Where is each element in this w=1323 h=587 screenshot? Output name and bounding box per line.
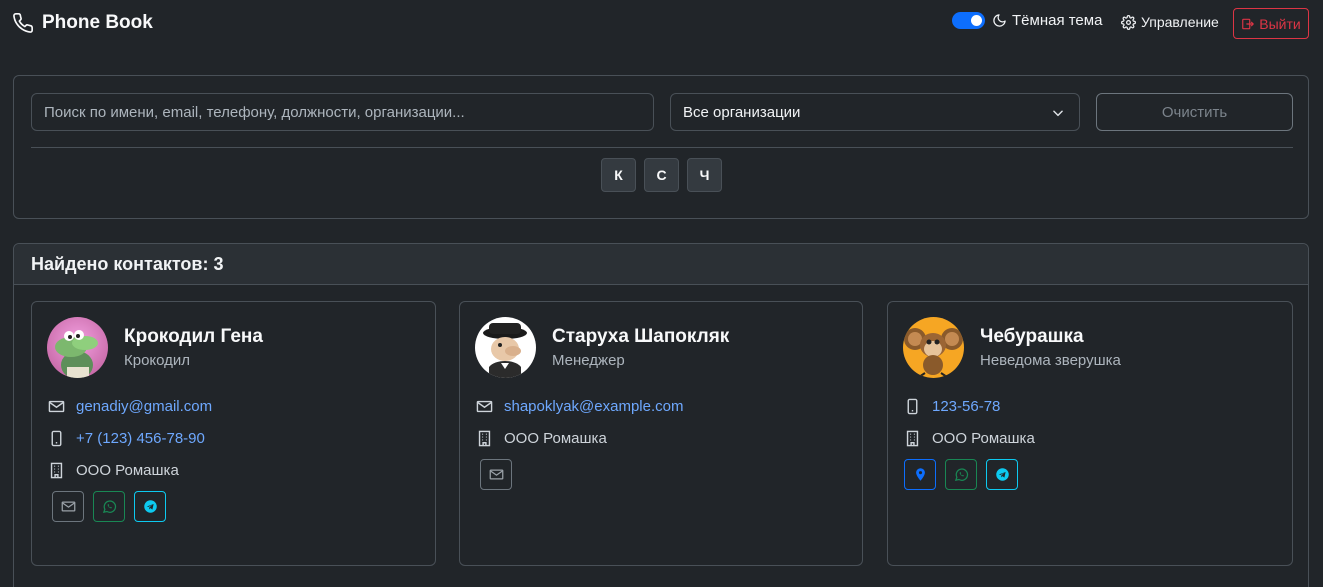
gear-icon — [1121, 14, 1136, 30]
manage-link[interactable]: Управление — [1121, 14, 1219, 30]
results-panel: Найдено контактов: 3 Крокодил Гена Кроко… — [13, 243, 1309, 587]
mobile-phone-icon — [907, 398, 918, 415]
organization-select[interactable]: Все организации — [670, 93, 1080, 131]
contact-organization-row: ООО Ромашка — [48, 462, 179, 479]
letter-button-ch[interactable]: Ч — [687, 158, 722, 192]
mail-icon — [489, 469, 503, 480]
contact-name: Чебурашка — [980, 326, 1084, 347]
map-pin-icon — [915, 468, 925, 481]
contact-email-row: shapoklyak@example.com — [476, 398, 683, 415]
whatsapp-button[interactable] — [945, 459, 977, 490]
contact-position: Неведома зверушка — [980, 352, 1121, 369]
whatsapp-button[interactable] — [93, 491, 125, 522]
contact-position: Крокодил — [124, 352, 191, 369]
contact-organization: ООО Ромашка — [932, 430, 1035, 447]
manage-label: Управление — [1141, 14, 1219, 30]
phone-icon — [13, 13, 33, 33]
brand-title: Phone Book — [42, 12, 153, 33]
envelope-icon — [48, 400, 65, 413]
contact-actions — [52, 491, 166, 522]
avatar — [475, 317, 536, 378]
contact-organization: ООО Ромашка — [504, 430, 607, 447]
contact-name: Старуха Шапокляк — [552, 326, 730, 347]
contact-organization: ООО Ромашка — [76, 462, 179, 479]
organization-select-value: Все организации — [683, 103, 801, 121]
theme-switch[interactable] — [952, 12, 985, 29]
contact-actions — [904, 459, 1018, 490]
contact-actions — [480, 459, 512, 490]
mobile-phone-icon — [51, 430, 62, 447]
avatar — [903, 317, 964, 378]
contact-position: Менеджер — [552, 352, 625, 369]
building-icon — [50, 462, 63, 479]
theme-label: Тёмная тема — [1012, 12, 1103, 29]
building-icon — [906, 430, 919, 447]
chevron-down-icon — [1053, 110, 1063, 117]
navbar: Phone Book Тёмная тема Управление Выйти — [0, 0, 1323, 48]
contact-email-row: genadiy@gmail.com — [48, 398, 212, 415]
contact-card[interactable]: Чебурашка Неведома зверушка 123-56-78 ОО… — [887, 301, 1293, 566]
contact-phone-row: +7 (123) 456-78-90 — [48, 430, 205, 447]
contact-email[interactable]: shapoklyak@example.com — [504, 398, 683, 415]
letter-filter: К С Ч — [601, 158, 722, 192]
moon-icon — [993, 14, 1006, 27]
brand[interactable]: Phone Book — [12, 12, 153, 34]
contact-organization-row: ООО Ромашка — [476, 430, 607, 447]
envelope-icon — [476, 400, 493, 413]
letter-button-s[interactable]: С — [644, 158, 679, 192]
mail-icon — [61, 501, 75, 512]
whatsapp-icon — [954, 468, 968, 481]
theme-toggle[interactable]: Тёмная тема — [952, 12, 1102, 29]
letter-button-k[interactable]: К — [601, 158, 636, 192]
contact-card[interactable]: Крокодил Гена Крокодил genadiy@gmail.com… — [31, 301, 436, 566]
results-header: Найдено контактов: 3 — [14, 244, 1308, 285]
clear-button[interactable]: Очистить — [1096, 93, 1293, 131]
contact-email[interactable]: genadiy@gmail.com — [76, 398, 212, 415]
results-count: Найдено контактов: 3 — [31, 254, 224, 274]
map-button[interactable] — [904, 459, 936, 490]
logout-icon — [1242, 18, 1255, 29]
whatsapp-icon — [102, 500, 116, 513]
contact-card[interactable]: Старуха Шапокляк Менеджер shapoklyak@exa… — [459, 301, 863, 566]
search-panel: Все организации Очистить К С Ч — [13, 75, 1309, 219]
contact-phone-row: 123-56-78 — [904, 398, 1000, 415]
contact-organization-row: ООО Ромашка — [904, 430, 1035, 447]
telegram-icon — [995, 468, 1009, 481]
avatar — [47, 317, 108, 378]
contact-name: Крокодил Гена — [124, 326, 263, 347]
logout-label: Выйти — [1259, 15, 1301, 32]
divider — [31, 147, 1293, 148]
contact-phone[interactable]: +7 (123) 456-78-90 — [76, 430, 205, 447]
send-email-button[interactable] — [480, 459, 512, 490]
telegram-button[interactable] — [134, 491, 166, 522]
telegram-button[interactable] — [986, 459, 1018, 490]
telegram-icon — [143, 500, 157, 513]
search-input[interactable] — [31, 93, 654, 131]
contact-phone[interactable]: 123-56-78 — [932, 398, 1000, 415]
building-icon — [478, 430, 491, 447]
logout-button[interactable]: Выйти — [1233, 8, 1309, 39]
send-email-button[interactable] — [52, 491, 84, 522]
